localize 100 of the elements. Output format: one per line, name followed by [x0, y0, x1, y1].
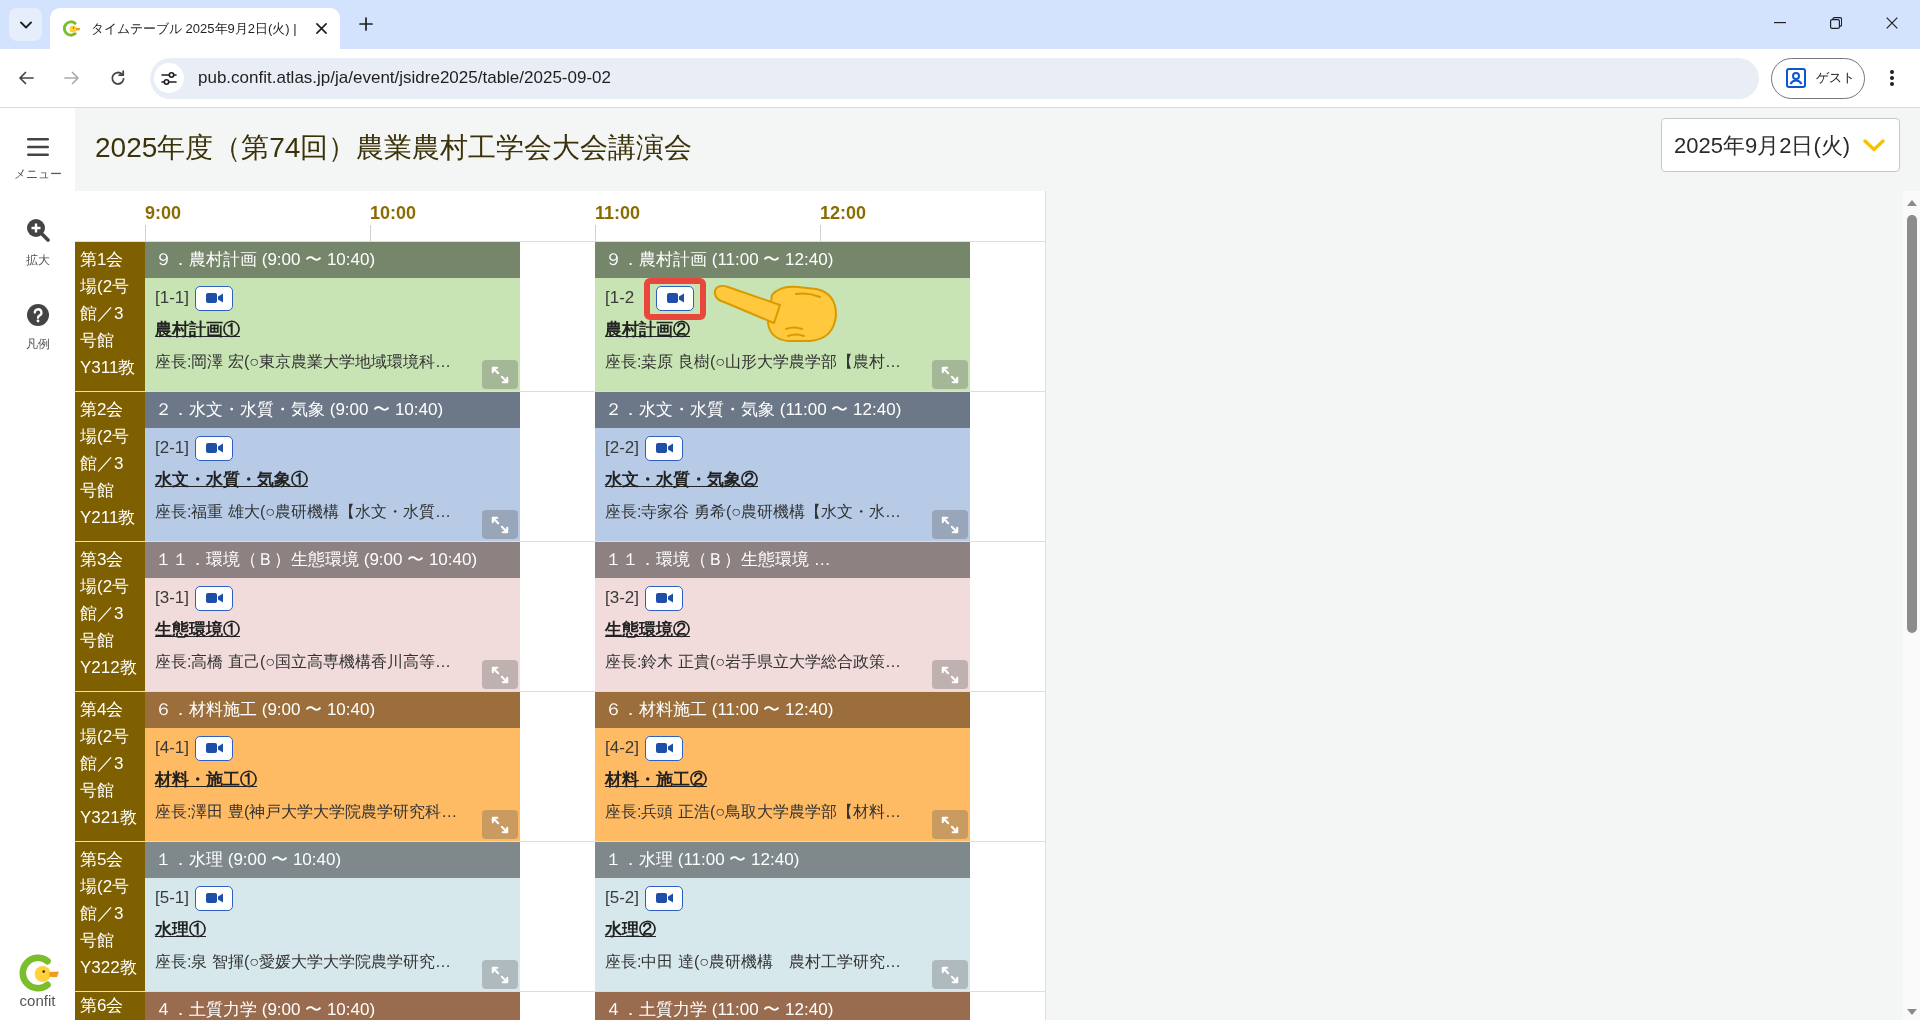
arrow-left-icon: [18, 70, 34, 86]
video-camera-icon: [205, 292, 223, 304]
video-button[interactable]: [195, 435, 234, 461]
session-title-link[interactable]: 生態環境①: [155, 614, 240, 646]
zoom-in-icon: [25, 218, 50, 242]
session-header: ２．水文・水質・気象 (11:00 〜 12:40): [595, 392, 970, 428]
site-info-button[interactable]: [154, 63, 184, 93]
video-button[interactable]: [645, 585, 684, 611]
arrow-right-icon: [64, 70, 80, 86]
video-button[interactable]: [645, 735, 684, 761]
video-button[interactable]: [195, 735, 234, 761]
expand-button[interactable]: [932, 810, 968, 839]
video-camera-icon: [205, 442, 223, 454]
minimize-icon: [1774, 22, 1786, 24]
session-code: [4-2]: [605, 737, 640, 760]
plus-icon: [359, 17, 373, 31]
session-header: １．水理 (11:00 〜 12:40): [595, 842, 970, 878]
video-button[interactable]: [195, 585, 234, 611]
video-camera-icon: [205, 592, 223, 604]
more-options-icon: [1890, 70, 1894, 86]
session-title-link[interactable]: 農村計画①: [155, 314, 240, 346]
session-header: ４．土質力学 (11:00 〜 12:40): [595, 992, 970, 1020]
scroll-up-icon: [1906, 200, 1917, 206]
expand-button[interactable]: [482, 510, 518, 539]
expand-icon: [491, 365, 509, 384]
time-label: 12:00: [820, 202, 867, 225]
session-code: [3-2]: [605, 587, 640, 610]
expand-icon: [491, 815, 509, 834]
session-title-link[interactable]: 水理①: [155, 914, 206, 946]
room-label: 第4会場(2号館／3号館Y321教: [75, 692, 145, 841]
session-header: ９．農村計画 (9:00 〜 10:40): [145, 242, 520, 278]
room-label: 第3会場(2号館／3号館Y212教: [75, 542, 145, 691]
browser-tab[interactable]: タイムテーブル 2025年9月2日(火) |: [50, 8, 340, 49]
expand-button[interactable]: [932, 510, 968, 539]
session-title-link[interactable]: 材料・施工②: [605, 764, 707, 796]
zoom-button[interactable]: 拡大: [25, 218, 50, 268]
scroll-down-icon: [1906, 1009, 1917, 1015]
chair-text: 座長:澤田 豊(神戸大学大学院農学研究科…: [155, 802, 458, 822]
expand-button[interactable]: [932, 360, 968, 389]
expand-icon: [941, 665, 959, 684]
chair-text: 座長:福重 雄大(○農研機構【水文・水質…: [155, 502, 451, 522]
expand-icon: [941, 965, 959, 984]
sliders-icon: [161, 70, 177, 86]
room-label: 第2会場(2号館／3号館Y211教: [75, 392, 145, 541]
session-title-link[interactable]: 農村計画②: [605, 314, 690, 346]
site-logo-icon: [61, 20, 81, 37]
video-camera-icon: [655, 592, 673, 604]
video-button[interactable]: [645, 885, 684, 911]
room-label: 第1会場(2号館／3号館Y311教: [75, 242, 145, 391]
session-code: [2-1]: [155, 437, 190, 460]
scrollbar-thumb[interactable]: [1906, 215, 1917, 633]
address-bar[interactable]: pub.confit.atlas.jp/ja/event/jsidre2025/table/2025-09-02: [150, 57, 1759, 99]
legend-button[interactable]: 凡例: [25, 304, 50, 352]
time-label: 10:00: [370, 202, 417, 225]
video-button[interactable]: [656, 285, 695, 311]
video-camera-icon: [655, 742, 673, 754]
date-select[interactable]: 2025年9月2日(火): [1661, 118, 1900, 172]
video-camera-icon: [205, 892, 223, 904]
session-title-link[interactable]: 生態環境②: [605, 614, 690, 646]
scrollbar-track[interactable]: [1903, 191, 1920, 1020]
expand-button[interactable]: [482, 810, 518, 839]
session-header: ２．水文・水質・気象 (9:00 〜 10:40): [145, 392, 520, 428]
restore-icon: [1830, 17, 1842, 29]
session-title-link[interactable]: 材料・施工①: [155, 764, 257, 796]
chair-text: 座長:桒原 良樹(○山形大学農学部【農村…: [605, 352, 901, 372]
video-camera-icon: [655, 892, 673, 904]
expand-icon: [941, 515, 959, 534]
session-title-link[interactable]: 水文・水質・気象①: [155, 464, 308, 496]
expand-icon: [941, 815, 959, 834]
video-button[interactable]: [195, 885, 234, 911]
session-title-link[interactable]: 水理②: [605, 914, 656, 946]
session-code: [5-1]: [155, 887, 190, 910]
video-button[interactable]: [645, 435, 684, 461]
close-icon: [315, 23, 327, 34]
session-header: １１．環境（Ｂ）生態環境 (9:00 〜 10:40): [145, 542, 520, 578]
session-header: ４．土質力学 (9:00 〜 10:40): [145, 992, 520, 1020]
video-button[interactable]: [195, 285, 234, 311]
session-title-link[interactable]: 水文・水質・気象②: [605, 464, 758, 496]
room-label: 第6会: [75, 992, 145, 1020]
expand-icon: [491, 965, 509, 984]
time-label: 9:00: [145, 202, 182, 225]
session-code: [2-2]: [605, 437, 640, 460]
person-icon: [1786, 68, 1806, 88]
session-code: [1-1]: [155, 287, 190, 310]
help-icon: [26, 304, 49, 326]
session-code: [5-2]: [605, 887, 640, 910]
chair-text: 座長:泉 智揮(○愛媛大学大学院農学研究…: [155, 952, 451, 972]
chair-text: 座長:中田 達(○農研機構 農村工学研究…: [605, 952, 901, 972]
expand-button[interactable]: [482, 360, 518, 389]
tab-list-button[interactable]: [9, 8, 42, 41]
chair-text: 座長:寺家谷 勇希(○農研機構【水文・水…: [605, 502, 901, 522]
session-header: １１．環境（Ｂ）生態環境 …: [595, 542, 970, 578]
chair-text: 座長:兵頭 正浩(○鳥取大学農学部【材料…: [605, 802, 901, 822]
profile-button[interactable]: ゲスト: [1771, 57, 1865, 99]
session-code: [4-1]: [155, 737, 190, 760]
session-header: ６．材料施工 (11:00 〜 12:40): [595, 692, 970, 728]
page-title: 2025年度（第74回）農業農村工学会大会講演会: [95, 131, 693, 165]
menu-button[interactable]: メニュー: [13, 138, 62, 182]
menu-icon: [26, 138, 49, 156]
reload-icon: [110, 70, 126, 86]
